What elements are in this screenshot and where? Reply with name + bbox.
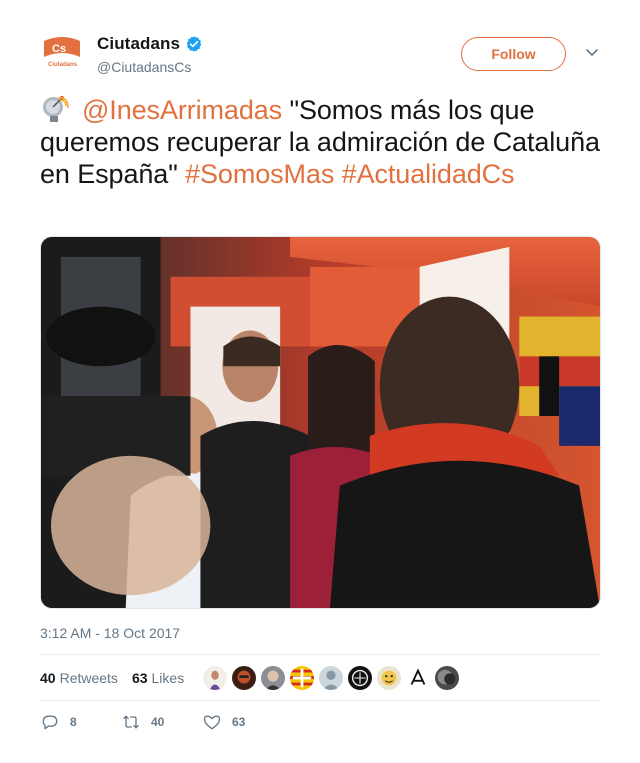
reply-count: 8 [70,715,77,729]
verified-icon [186,36,202,52]
retweet-icon [123,715,139,729]
hashtag-link[interactable]: #SomosMas [185,159,334,189]
retweet-button[interactable]: 40 [121,712,202,732]
heart-icon [203,715,221,730]
liker-avatar[interactable] [318,665,344,691]
tweet-text: @InesArrimadas "Somos más los que querem… [40,94,600,190]
liker-avatar[interactable] [289,665,315,691]
reply-button[interactable]: 8 [40,712,121,732]
hashtag-link[interactable]: #ActualidadCs [342,159,515,189]
liker-avatars [202,665,463,691]
mention-link[interactable]: @InesArrimadas [82,95,282,125]
liker-avatar[interactable] [260,665,286,691]
tweet-stats: 40 Retweets 63 Likes [40,666,198,690]
liker-avatar[interactable] [434,665,460,691]
tweet-header: Cs Ciutadans Ciutadans @CiutadansCs Foll… [40,31,600,79]
liker-avatar[interactable] [405,665,431,691]
photo-image [41,237,600,608]
svg-text:Ciutadans: Ciutadans [48,62,78,68]
ciutadans-logo-icon: Cs Ciutadans [40,31,84,75]
user-handle[interactable]: @CiutadansCs [97,59,191,75]
like-count: 63 [232,715,246,729]
retweets-stat[interactable]: 40 Retweets [40,670,118,686]
retweet-count: 40 [151,715,165,729]
tweet-actions: 8 40 63 [40,712,245,732]
like-button[interactable]: 63 [202,712,245,732]
reply-icon [42,715,58,730]
profile-avatar[interactable]: Cs Ciutadans [40,31,84,75]
liker-avatar[interactable] [202,665,228,691]
name-line: Ciutadans [97,34,203,54]
svg-text:Cs: Cs [52,43,66,55]
likes-label: Likes [151,670,185,686]
divider [40,700,600,701]
divider [40,654,600,655]
likes-count: 63 [131,670,148,686]
likes-stat[interactable]: 63 Likes [132,670,184,686]
liker-avatar[interactable] [376,665,402,691]
tweet-photo[interactable] [40,236,601,609]
liker-avatar[interactable] [231,665,257,691]
retweets-count: 40 [40,670,56,686]
follow-button[interactable]: Follow [461,37,566,71]
chevron-down-icon[interactable] [585,48,599,58]
liker-avatar[interactable] [347,665,373,691]
satellite-antenna-emoji-icon [43,96,69,122]
tweet-timestamp[interactable]: 3:12 AM - 18 Oct 2017 [40,625,180,641]
retweets-label: Retweets [59,670,118,686]
display-name[interactable]: Ciutadans [97,34,180,54]
